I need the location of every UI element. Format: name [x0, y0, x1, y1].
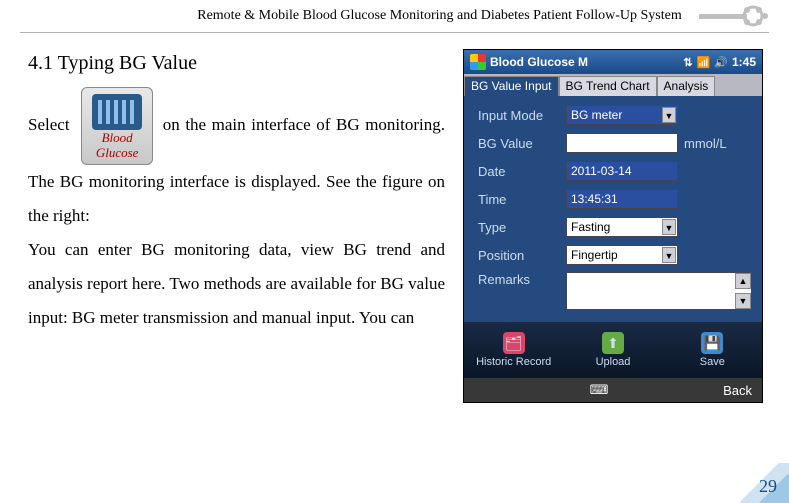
save-button[interactable]: 💾 Save: [663, 322, 762, 378]
upload-icon: ⬆: [602, 332, 624, 354]
upload-button[interactable]: ⬆ Upload: [563, 322, 662, 378]
field-type-value: Fasting: [571, 220, 610, 234]
sound-icon: 🔊: [714, 56, 728, 69]
window-title: Blood Glucose M: [490, 55, 679, 69]
field-date-value: 2011-03-14: [571, 164, 632, 178]
scroll-down-icon[interactable]: ▼: [735, 293, 751, 309]
page-number: 29: [759, 476, 777, 497]
unit-bg-value: mmol/L: [684, 136, 727, 151]
field-type[interactable]: Fasting ▼: [566, 217, 678, 237]
chevron-down-icon[interactable]: ▼: [662, 247, 676, 263]
scroll-up-icon[interactable]: ▲: [735, 273, 751, 289]
tab-bg-trend-chart[interactable]: BG Trend Chart: [559, 76, 657, 96]
save-label: Save: [700, 356, 725, 368]
field-date[interactable]: 2011-03-14: [566, 161, 678, 181]
signal-icon: 📶: [697, 56, 711, 69]
historic-record-button[interactable]: 🗂 Historic Record: [464, 322, 563, 378]
header-logo-icon: [699, 3, 769, 29]
chevron-down-icon[interactable]: ▼: [662, 107, 676, 123]
chevron-down-icon[interactable]: ▼: [662, 219, 676, 235]
label-date: Date: [478, 164, 566, 179]
label-input-mode: Input Mode: [478, 108, 566, 123]
clock-text: 1:45: [732, 55, 756, 69]
field-input-mode-value: BG meter: [571, 108, 622, 122]
field-position[interactable]: Fingertip ▼: [566, 245, 678, 265]
doc-header: Remote & Mobile Blood Glucose Monitoring…: [0, 0, 789, 32]
label-type: Type: [478, 220, 566, 235]
paragraph-1: Select Blood Glucose on the main interfa…: [28, 87, 445, 233]
tab-analysis[interactable]: Analysis: [657, 76, 716, 96]
bottom-toolbar: 🗂 Historic Record ⬆ Upload 💾 Save: [464, 322, 762, 378]
field-bg-value[interactable]: [566, 133, 678, 153]
label-remarks: Remarks: [478, 272, 566, 287]
field-position-value: Fingertip: [571, 248, 618, 262]
soft-right-back[interactable]: Back: [723, 383, 752, 398]
icon-label-1: Blood: [102, 130, 133, 145]
label-time: Time: [478, 192, 566, 207]
para1-before: Select: [28, 115, 70, 134]
field-time[interactable]: 13:45:31: [566, 189, 678, 209]
form-area: Input Mode BG meter ▼ BG Value mmol/L Da…: [464, 96, 762, 322]
save-icon: 💾: [701, 332, 723, 354]
soft-key-bar: ⌨ Back: [464, 378, 762, 402]
section-heading: 4.1 Typing BG Value: [28, 43, 445, 83]
label-position: Position: [478, 248, 566, 263]
historic-record-label: Historic Record: [476, 356, 551, 368]
field-input-mode[interactable]: BG meter ▼: [566, 105, 678, 125]
icon-label-2: Glucose: [96, 145, 139, 160]
paragraph-2: You can enter BG monitoring data, view B…: [28, 233, 445, 335]
windows-start-icon[interactable]: [470, 54, 486, 70]
device-screenshot: Blood Glucose M ⇅ 📶 🔊 1:45 BG Value Inpu…: [463, 43, 769, 403]
tab-bg-value-input[interactable]: BG Value Input: [464, 76, 559, 96]
field-time-value: 13:45:31: [571, 192, 618, 206]
keyboard-icon[interactable]: ⌨: [590, 382, 608, 398]
tab-bar: BG Value Input BG Trend Chart Analysis: [464, 74, 762, 96]
label-bg-value: BG Value: [478, 136, 566, 151]
blood-glucose-app-icon: Blood Glucose: [81, 87, 153, 165]
field-remarks[interactable]: ▲ ▼: [566, 272, 752, 310]
body-text-column: 4.1 Typing BG Value Select Blood Glucose…: [28, 43, 445, 403]
upload-label: Upload: [596, 356, 631, 368]
window-titlebar: Blood Glucose M ⇅ 📶 🔊 1:45: [464, 50, 762, 74]
history-icon: 🗂: [503, 332, 525, 354]
doc-header-title: Remote & Mobile Blood Glucose Monitoring…: [0, 8, 699, 24]
sync-icon: ⇅: [683, 56, 692, 69]
